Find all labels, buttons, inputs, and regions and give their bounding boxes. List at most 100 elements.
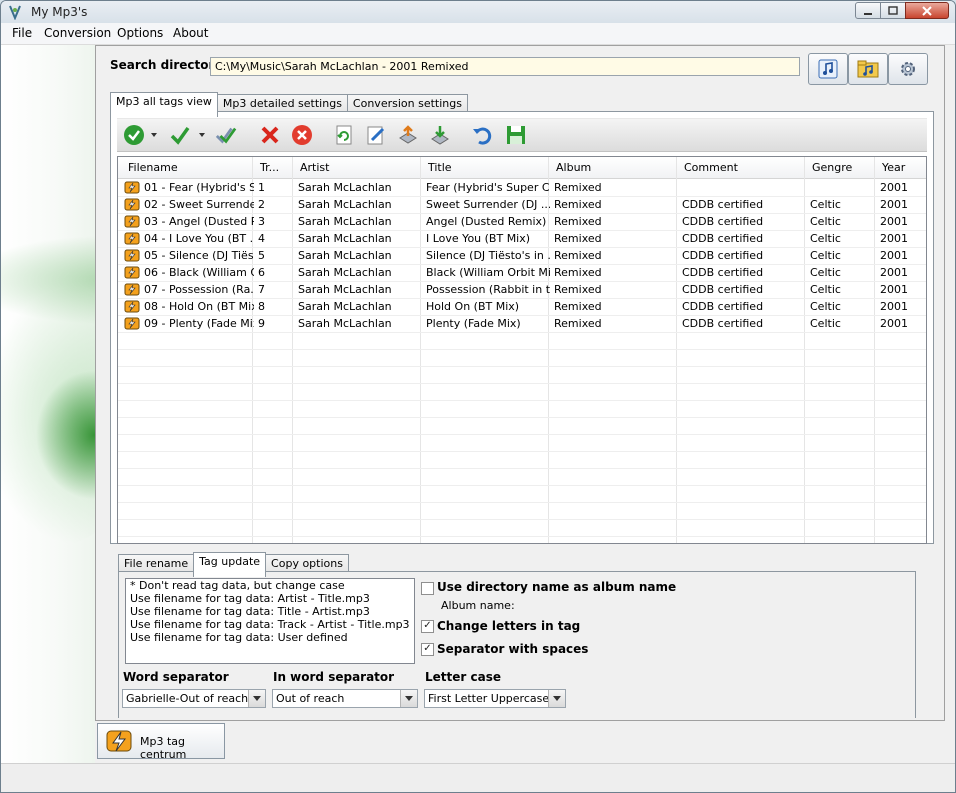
delete-button[interactable]: [259, 124, 281, 146]
tag-update-panel: * Don't read tag data, but change case U…: [118, 571, 916, 718]
play-music-button[interactable]: [808, 53, 848, 85]
title-bar[interactable]: My Mp3's: [1, 1, 955, 23]
column-header-artist[interactable]: Artist: [300, 161, 329, 174]
table-row[interactable]: 08 - Hold On (BT Mix) 8 Sarah McLachlan Hol…: [118, 298, 926, 316]
table-row[interactable]: 06 - Black (William O... 6 Sarah McLachlan…: [118, 264, 926, 282]
word-separator-value: Gabrielle-Out of reach: [126, 692, 249, 705]
table-row[interactable]: 03 - Angel (Dusted R... 3 Sarah McLachlan A…: [118, 213, 926, 231]
export-button[interactable]: [397, 124, 419, 146]
table-cell: 07 - Possession (Ra...: [144, 283, 254, 296]
tab-tag-update[interactable]: Tag update: [193, 552, 267, 577]
list-item[interactable]: Use filename for tag data: Artist - Titl…: [126, 592, 414, 605]
table-cell: 2001: [880, 283, 908, 296]
list-item[interactable]: Use filename for tag data: Title - Artis…: [126, 605, 414, 618]
table-cell: Sarah McLachlan: [298, 266, 392, 279]
table-cell: 2001: [880, 232, 908, 245]
table-cell: Fear (Hybrid's Super C...: [426, 181, 550, 194]
list-item[interactable]: Use filename for tag data: User defined: [126, 631, 414, 644]
table-cell: 08 - Hold On (BT Mix): [144, 300, 254, 313]
table-cell: 06 - Black (William O...: [144, 266, 254, 279]
table-cell: 04 - I Love You (BT ...: [144, 232, 254, 245]
maximize-button[interactable]: [880, 2, 906, 19]
mp3-file-icon: [124, 232, 140, 245]
in-word-separator-select[interactable]: Out of reach: [272, 689, 418, 708]
table-cell: Celtic: [810, 317, 841, 330]
table-cell: 5: [258, 249, 265, 262]
close-button[interactable]: [905, 2, 949, 19]
table-cell: 05 - Silence (DJ Tiës...: [144, 249, 254, 262]
use-directory-album-checkbox[interactable]: [421, 582, 434, 595]
sub-tabs: File rename Tag update Copy options: [118, 552, 349, 577]
settings-button[interactable]: [888, 53, 928, 85]
tag-source-listbox[interactable]: * Don't read tag data, but change case U…: [125, 578, 415, 664]
cancel-icon: [292, 125, 312, 145]
list-item[interactable]: * Don't read tag data, but change case: [126, 579, 414, 592]
table-cell: CDDB certified: [682, 249, 764, 262]
tags-table[interactable]: Filename Tr... Artist Title Album Commen…: [117, 156, 927, 544]
menu-conversion[interactable]: Conversion: [44, 26, 111, 40]
chevron-down-icon[interactable]: [248, 690, 265, 707]
menu-options[interactable]: Options: [117, 26, 163, 40]
table-row[interactable]: 05 - Silence (DJ Tiës... 5 Sarah McLachlan…: [118, 247, 926, 265]
save-button[interactable]: [505, 124, 527, 146]
table-row[interactable]: 07 - Possession (Ra... 7 Sarah McLachlan Po…: [118, 281, 926, 299]
menu-about[interactable]: About: [173, 26, 208, 40]
check-double-button[interactable]: [215, 124, 237, 146]
chevron-down-icon[interactable]: [548, 690, 565, 707]
table-cell: 7: [258, 283, 265, 296]
check-double-icon: [215, 127, 237, 144]
table-cell: Silence (DJ Tiësto's in ...: [426, 249, 550, 262]
table-cell: 2001: [880, 198, 908, 211]
table-cell: CDDB certified: [682, 317, 764, 330]
word-separator-select[interactable]: Gabrielle-Out of reach: [122, 689, 266, 708]
table-row-empty: [118, 502, 926, 520]
table-row[interactable]: 04 - I Love You (BT ... 4 Sarah McLachlan I…: [118, 230, 926, 248]
check-dropdown-arrow[interactable]: [199, 133, 205, 137]
table-row-empty: [118, 519, 926, 537]
check-all-dropdown-arrow[interactable]: [151, 133, 157, 137]
edit-button[interactable]: [365, 124, 387, 146]
change-letters-checkbox[interactable]: ✓: [421, 620, 434, 633]
search-directory-input[interactable]: C:\My\Music\Sarah McLachlan - 2001 Remix…: [210, 57, 800, 76]
table-cell: Celtic: [810, 198, 841, 211]
undo-button[interactable]: [471, 124, 493, 146]
table-cell: Celtic: [810, 300, 841, 313]
table-cell: 2001: [880, 181, 908, 194]
list-item[interactable]: Use filename for tag data: Track - Artis…: [126, 618, 414, 631]
music-folder-button[interactable]: [848, 53, 888, 85]
column-header-year[interactable]: Year: [882, 161, 905, 174]
mp3-tag-centrum-tab[interactable]: Mp3 tag centrum: [97, 723, 225, 761]
cancel-button[interactable]: [291, 124, 313, 146]
check-all-button[interactable]: [123, 124, 145, 146]
table-row[interactable]: 09 - Plenty (Fade Mix) 9 Sarah McLachlan Pl…: [118, 315, 926, 333]
minimize-button[interactable]: [855, 2, 881, 19]
table-cell: Sarah McLachlan: [298, 215, 392, 228]
table-row-empty: [118, 400, 926, 418]
table-cell: Celtic: [810, 232, 841, 245]
column-header-album[interactable]: Album: [556, 161, 591, 174]
word-separator-label: Word separator: [123, 670, 229, 684]
import-button[interactable]: [429, 124, 451, 146]
refresh-button[interactable]: [333, 124, 355, 146]
table-cell: 02 - Sweet Surrende...: [144, 198, 254, 211]
column-header-title[interactable]: Title: [428, 161, 452, 174]
table-cell: Hold On (BT Mix): [426, 300, 520, 313]
column-header-gengre[interactable]: Gengre: [812, 161, 852, 174]
mp3-file-icon: [124, 215, 140, 228]
table-cell: CDDB certified: [682, 232, 764, 245]
chevron-down-icon[interactable]: [400, 690, 417, 707]
app-icon: [9, 5, 21, 20]
table-cell: 9: [258, 317, 265, 330]
letter-case-select[interactable]: First Letter Uppercase...: [424, 689, 566, 708]
table-row-empty: [118, 434, 926, 452]
toolbar: [117, 118, 927, 152]
column-header-filename[interactable]: Filename: [128, 161, 178, 174]
check-button[interactable]: [169, 124, 191, 146]
column-header-track[interactable]: Tr...: [260, 161, 279, 174]
menu-file[interactable]: File: [12, 26, 32, 40]
tab-mp3-all-tags-view[interactable]: Mp3 all tags view: [110, 92, 218, 117]
column-header-comment[interactable]: Comment: [684, 161, 738, 174]
table-row[interactable]: 02 - Sweet Surrende... 2 Sarah McLachlan Sw…: [118, 196, 926, 214]
separator-spaces-checkbox[interactable]: ✓: [421, 643, 434, 656]
table-row[interactable]: 01 - Fear (Hybrid's S... 1 Sarah McLachlan…: [118, 179, 926, 197]
